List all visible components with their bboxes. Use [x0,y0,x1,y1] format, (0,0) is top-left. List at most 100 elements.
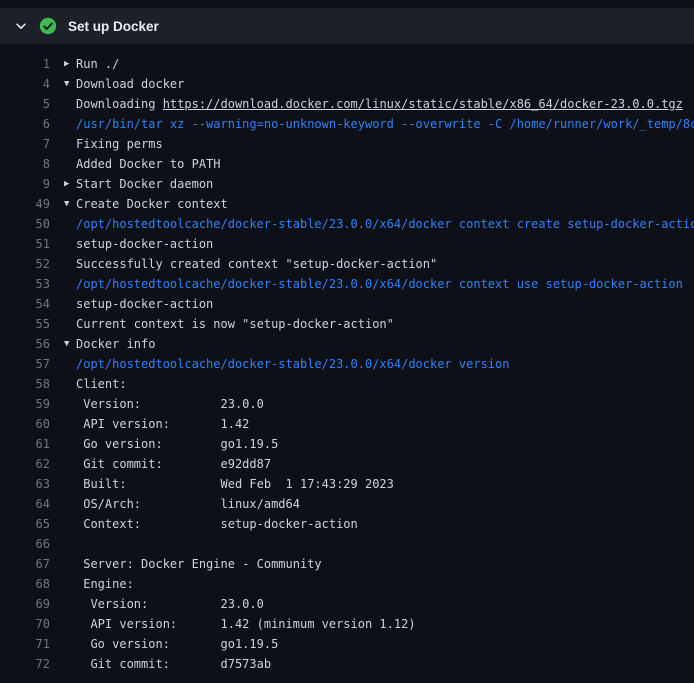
line-number[interactable]: 56 [0,334,50,354]
arrow-spacer [64,554,76,574]
line-number[interactable]: 52 [0,254,50,274]
log-line: 52 Successfully created context "setup-do… [0,254,694,274]
log-line: 62 Git commit: e92dd87 [0,454,694,474]
log-command-text: /opt/hostedtoolcache/docker-stable/23.0.… [76,214,694,234]
log-link[interactable]: https://download.docker.com/linux/static… [163,97,683,111]
arrow-spacer [64,114,76,134]
success-check-circle-icon [39,17,57,35]
line-number[interactable]: 66 [0,534,50,554]
log-line: 59 Version: 23.0.0 [0,394,694,414]
log-line-content: Context: setup-docker-action [64,514,358,534]
arrow-spacer [64,454,76,474]
arrow-spacer [64,574,76,594]
line-number[interactable]: 71 [0,634,50,654]
log-line[interactable]: 56 ▼Docker info [0,334,694,354]
line-number[interactable]: 68 [0,574,50,594]
log-line: 61 Go version: go1.19.5 [0,434,694,454]
group-expanded-triangle-icon[interactable]: ▼ [64,334,76,354]
log-text: Download docker [76,74,184,94]
line-number[interactable]: 55 [0,314,50,334]
log-line-content: ▼Docker info [64,334,155,354]
log-line-content: Successfully created context "setup-dock… [64,254,437,274]
log-line-content: Current context is now "setup-docker-act… [64,314,394,334]
group-expanded-triangle-icon[interactable]: ▼ [64,194,76,214]
line-number[interactable]: 5 [0,94,50,114]
line-number[interactable]: 50 [0,214,50,234]
line-number[interactable]: 6 [0,114,50,134]
log-text: Go version: go1.19.5 [76,434,278,454]
log-line: 65 Context: setup-docker-action [0,514,694,534]
line-number[interactable]: 59 [0,394,50,414]
log-line-content: /opt/hostedtoolcache/docker-stable/23.0.… [64,354,509,374]
line-number[interactable]: 65 [0,514,50,534]
log-line-content: API version: 1.42 (minimum version 1.12) [64,614,416,634]
log-line: 58 Client: [0,374,694,394]
log-line-content [64,534,76,554]
log-text: API version: 1.42 (minimum version 1.12) [76,614,416,634]
log-line: 63 Built: Wed Feb 1 17:43:29 2023 [0,474,694,494]
line-number[interactable]: 49 [0,194,50,214]
arrow-spacer [64,294,76,314]
line-number[interactable]: 51 [0,234,50,254]
line-number[interactable]: 9 [0,174,50,194]
line-number[interactable]: 58 [0,374,50,394]
line-number[interactable]: 60 [0,414,50,434]
log-line[interactable]: 9 ▶Start Docker daemon [0,174,694,194]
log-line-content: setup-docker-action [64,234,213,254]
line-number[interactable]: 64 [0,494,50,514]
log-line-content: /opt/hostedtoolcache/docker-stable/23.0.… [64,274,683,294]
line-number[interactable]: 70 [0,614,50,634]
log-line[interactable]: 4 ▼Download docker [0,74,694,94]
line-number[interactable]: 1 [0,54,50,74]
arrow-spacer [64,154,76,174]
log-line: 70 API version: 1.42 (minimum version 1.… [0,614,694,634]
log-line[interactable]: 49 ▼Create Docker context [0,194,694,214]
log-text: Docker info [76,334,155,354]
line-number[interactable]: 72 [0,654,50,674]
log-line-content: Server: Docker Engine - Community [64,554,322,574]
line-number[interactable]: 67 [0,554,50,574]
log-text: Version: 23.0.0 [76,594,264,614]
line-number[interactable]: 7 [0,134,50,154]
log-line: 50/opt/hostedtoolcache/docker-stable/23.… [0,214,694,234]
arrow-spacer [64,394,76,414]
log-text: Built: Wed Feb 1 17:43:29 2023 [76,474,394,494]
line-number[interactable]: 63 [0,474,50,494]
log-line: 64 OS/Arch: linux/amd64 [0,494,694,514]
arrow-spacer [64,634,76,654]
line-number[interactable]: 57 [0,354,50,374]
line-number[interactable]: 8 [0,154,50,174]
group-expanded-triangle-icon[interactable]: ▼ [64,74,76,94]
step-header[interactable]: Set up Docker [0,8,694,44]
log-line-content: /usr/bin/tar xz --warning=no-unknown-key… [64,114,694,134]
chevron-down-icon[interactable] [14,19,28,33]
line-number[interactable]: 69 [0,594,50,614]
log-text: Context: setup-docker-action [76,514,358,534]
log-text: API version: 1.42 [76,414,249,434]
log-line-content: ▼Download docker [64,74,184,94]
log-line[interactable]: 1▶Run ./ [0,54,694,74]
log-text: Engine: [76,574,134,594]
line-number[interactable]: 4 [0,74,50,94]
log-line-content: Built: Wed Feb 1 17:43:29 2023 [64,474,394,494]
log-text: setup-docker-action [76,234,213,254]
log-text: Client: [76,374,127,394]
line-number[interactable]: 53 [0,274,50,294]
log-text: Create Docker context [76,194,228,214]
arrow-spacer [64,474,76,494]
line-number[interactable]: 61 [0,434,50,454]
group-collapsed-triangle-icon[interactable]: ▶ [64,174,76,194]
group-collapsed-triangle-icon[interactable]: ▶ [64,54,76,74]
arrow-spacer [64,134,76,154]
line-number[interactable]: 54 [0,294,50,314]
line-number[interactable]: 62 [0,454,50,474]
log-line-content: Git commit: d7573ab [64,654,271,674]
log-command-text: /usr/bin/tar xz --warning=no-unknown-key… [76,114,694,134]
log-line: 68 Engine: [0,574,694,594]
log-line-content: Added Docker to PATH [64,154,221,174]
log-line-content: ▶Start Docker daemon [64,174,213,194]
arrow-spacer [64,514,76,534]
log-line: 5Downloading https://download.docker.com… [0,94,694,114]
log-text: Added Docker to PATH [76,154,221,174]
arrow-spacer [64,414,76,434]
